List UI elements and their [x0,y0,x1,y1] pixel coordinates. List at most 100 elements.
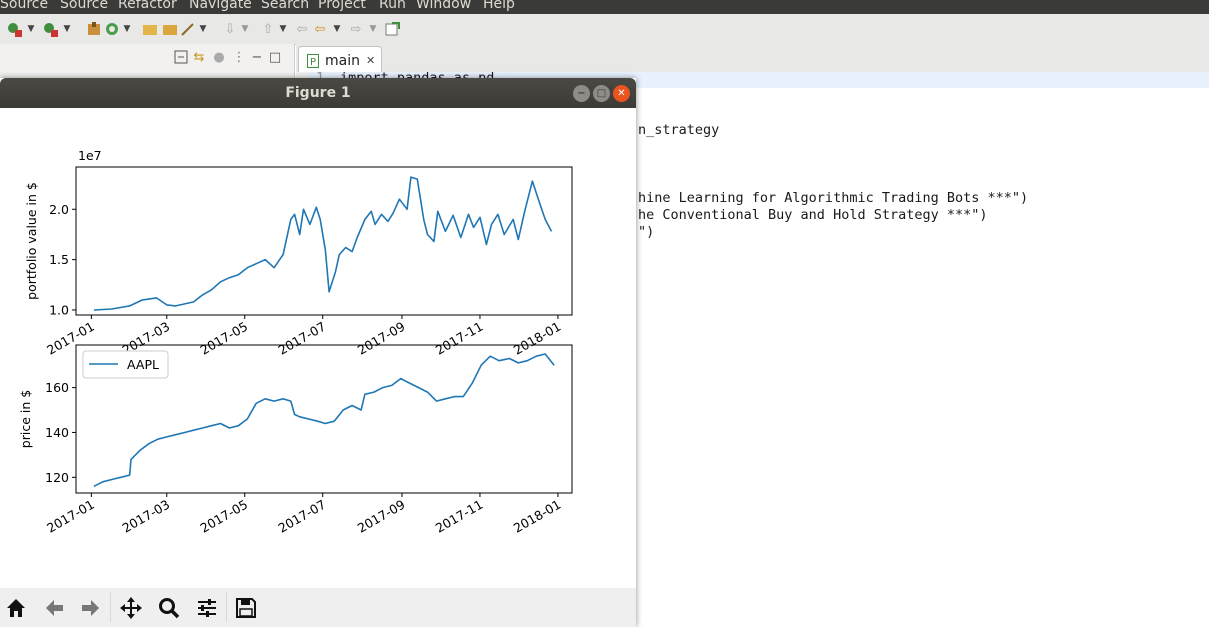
menu-item-source[interactable]: Source [0,0,48,12]
back-arrow-icon [46,600,63,616]
code-line-3: hine Learning for Algorithmic Trading Bo… [638,190,1029,206]
menu-item-window[interactable]: Window [416,0,471,12]
menu-item-source[interactable]: Source [60,0,108,12]
code-line-5: ") [638,224,655,240]
portfolio-xtick-label: 2017-05 [198,319,251,358]
debug-icon[interactable] [6,20,22,38]
chevron-down-icon[interactable]: ▼ [240,20,250,38]
next-annotation-icon[interactable]: ⇩ [222,20,238,38]
menu-item-search[interactable]: Search [261,0,309,12]
menu-item-project[interactable]: Project [318,0,366,12]
menu-item-navigate[interactable]: Navigate [189,0,252,12]
portfolio-xtick-label: 2017-09 [355,319,408,358]
portfolio-yticks: 1.0 1.5 2.0 [49,202,76,317]
forward-icon[interactable]: ⇨ [348,20,364,38]
price-ytick-label: 160 [45,380,69,395]
portfolio-series-line [93,176,553,311]
price-xtick-label: 2017-07 [275,497,328,536]
minimize-icon: − [577,88,586,99]
portfolio-ytick-label: 1.0 [49,302,69,317]
run-icon[interactable] [42,20,58,38]
portfolio-xtick-label: 2017-11 [433,319,486,358]
collapse-all-icon[interactable] [174,48,188,66]
forward-arrow-icon [82,600,99,616]
window-title: Figure 1 [285,85,351,101]
price-ytick-label: 140 [45,425,69,440]
chevron-down-icon[interactable]: ▼ [122,20,132,38]
save-icon [236,598,256,618]
menu-item-refactor[interactable]: Refactor [118,0,177,12]
string-literal: hine Learning for Algorithmic Trading Bo… [638,190,1012,206]
forward-button[interactable] [77,594,105,622]
chevron-down-icon[interactable]: ▼ [332,20,342,38]
maximize-icon: □ [596,88,607,99]
view-menu-icon[interactable]: ⋮ [233,48,246,66]
ide-toolbar: ▼ ▼ ▼ ▼ ⇩ ▼ ⇧ ▼ ⇦ ⇦ ▼ ⇨ ▼ [0,14,1209,45]
open-folder-icon[interactable] [142,20,158,38]
offset-text: 1e7 [78,148,102,163]
editor-tab-bar: P main ✕ [296,44,1209,74]
portfolio-ylabel: portfolio value in $ [24,182,39,300]
figure-canvas[interactable]: 1e7 portfolio value in $ 1.0 1.5 2.0 2017-… [0,108,636,587]
portfolio-ytick-label: 2.0 [49,202,69,217]
minimize-icon[interactable]: − [250,48,264,66]
pin-editor-icon[interactable] [384,20,400,38]
price-xtick-label: 2017-01 [44,497,97,536]
back-icon[interactable]: ⇦ [312,20,328,38]
close-icon[interactable]: ✕ [366,54,375,67]
home-button[interactable] [2,594,30,622]
maximize-window-button[interactable]: □ [593,85,610,102]
menu-item-run[interactable]: Run [379,0,406,12]
wand-icon[interactable] [180,20,196,38]
tab-label: main [325,52,360,69]
portfolio-plot [93,176,553,311]
price-xtick-label: 2017-11 [433,497,486,536]
price-xtick-label: 2017-09 [355,497,408,536]
price-ytick-label: 120 [45,470,69,485]
prev-annotation-icon[interactable]: ⇧ [260,20,276,38]
price-xticks: 2017-01 2017-03 2017-05 2017-07 2017-09 2017-… [44,493,563,536]
price-yticks: 120 140 160 [45,380,76,485]
python-file-icon: P [307,53,319,68]
portfolio-xtick-label: 2017-07 [275,319,328,358]
menu-item-help[interactable]: Help [483,0,515,12]
chevron-down-icon[interactable]: ▼ [278,20,288,38]
maximize-icon[interactable]: □ [268,48,282,66]
legend-label: AAPL [127,357,159,372]
folder-icon[interactable] [162,20,178,38]
price-xtick-label: 2017-05 [198,497,251,536]
chevron-down-icon[interactable]: ▼ [62,20,72,38]
chevron-down-icon[interactable]: ▼ [368,20,378,38]
svg-text:P: P [310,57,316,68]
subplots-icon [198,599,216,617]
toolbar-separator [110,592,111,622]
minimize-window-button[interactable]: − [573,85,590,102]
subplots-button[interactable] [193,594,221,622]
chart-svg: 1e7 portfolio value in $ 1.0 1.5 2.0 2017-… [18,148,573,536]
close-icon: ✕ [617,88,626,99]
back-button[interactable] [40,594,68,622]
save-button[interactable] [232,594,260,622]
home-icon [7,599,25,617]
legend: AAPL [82,350,169,379]
chevron-down-icon[interactable]: ▼ [198,20,208,38]
panel-toolbar: ⇆ ● ⋮ − □ [0,44,294,72]
focus-icon[interactable]: ● [212,48,226,66]
last-edit-icon[interactable]: ⇦ [294,20,310,38]
figure-nav-toolbar [0,588,636,627]
window-titlebar[interactable]: Figure 1 − □ ✕ [0,78,636,108]
price-xtick-label: 2018-01 [511,497,564,536]
figure-window: Figure 1 − □ ✕ 1e7 portfolio value in $ … [0,78,636,627]
refresh-icon[interactable] [104,20,120,38]
pan-icon [120,597,142,619]
pan-button[interactable] [117,594,145,622]
package-icon[interactable] [86,20,102,38]
zoom-icon [159,598,180,619]
zoom-button[interactable] [155,594,183,622]
close-window-button[interactable]: ✕ [613,85,630,102]
link-editor-icon[interactable]: ⇆ [192,48,206,66]
menubar: Source Source Refactor Navigate Search Projec… [0,0,1209,14]
portfolio-ytick-label: 1.5 [49,252,69,267]
chevron-down-icon[interactable]: ▼ [26,20,36,38]
code-line-4: he Conventional Buy and Hold Strategy **… [638,207,988,223]
